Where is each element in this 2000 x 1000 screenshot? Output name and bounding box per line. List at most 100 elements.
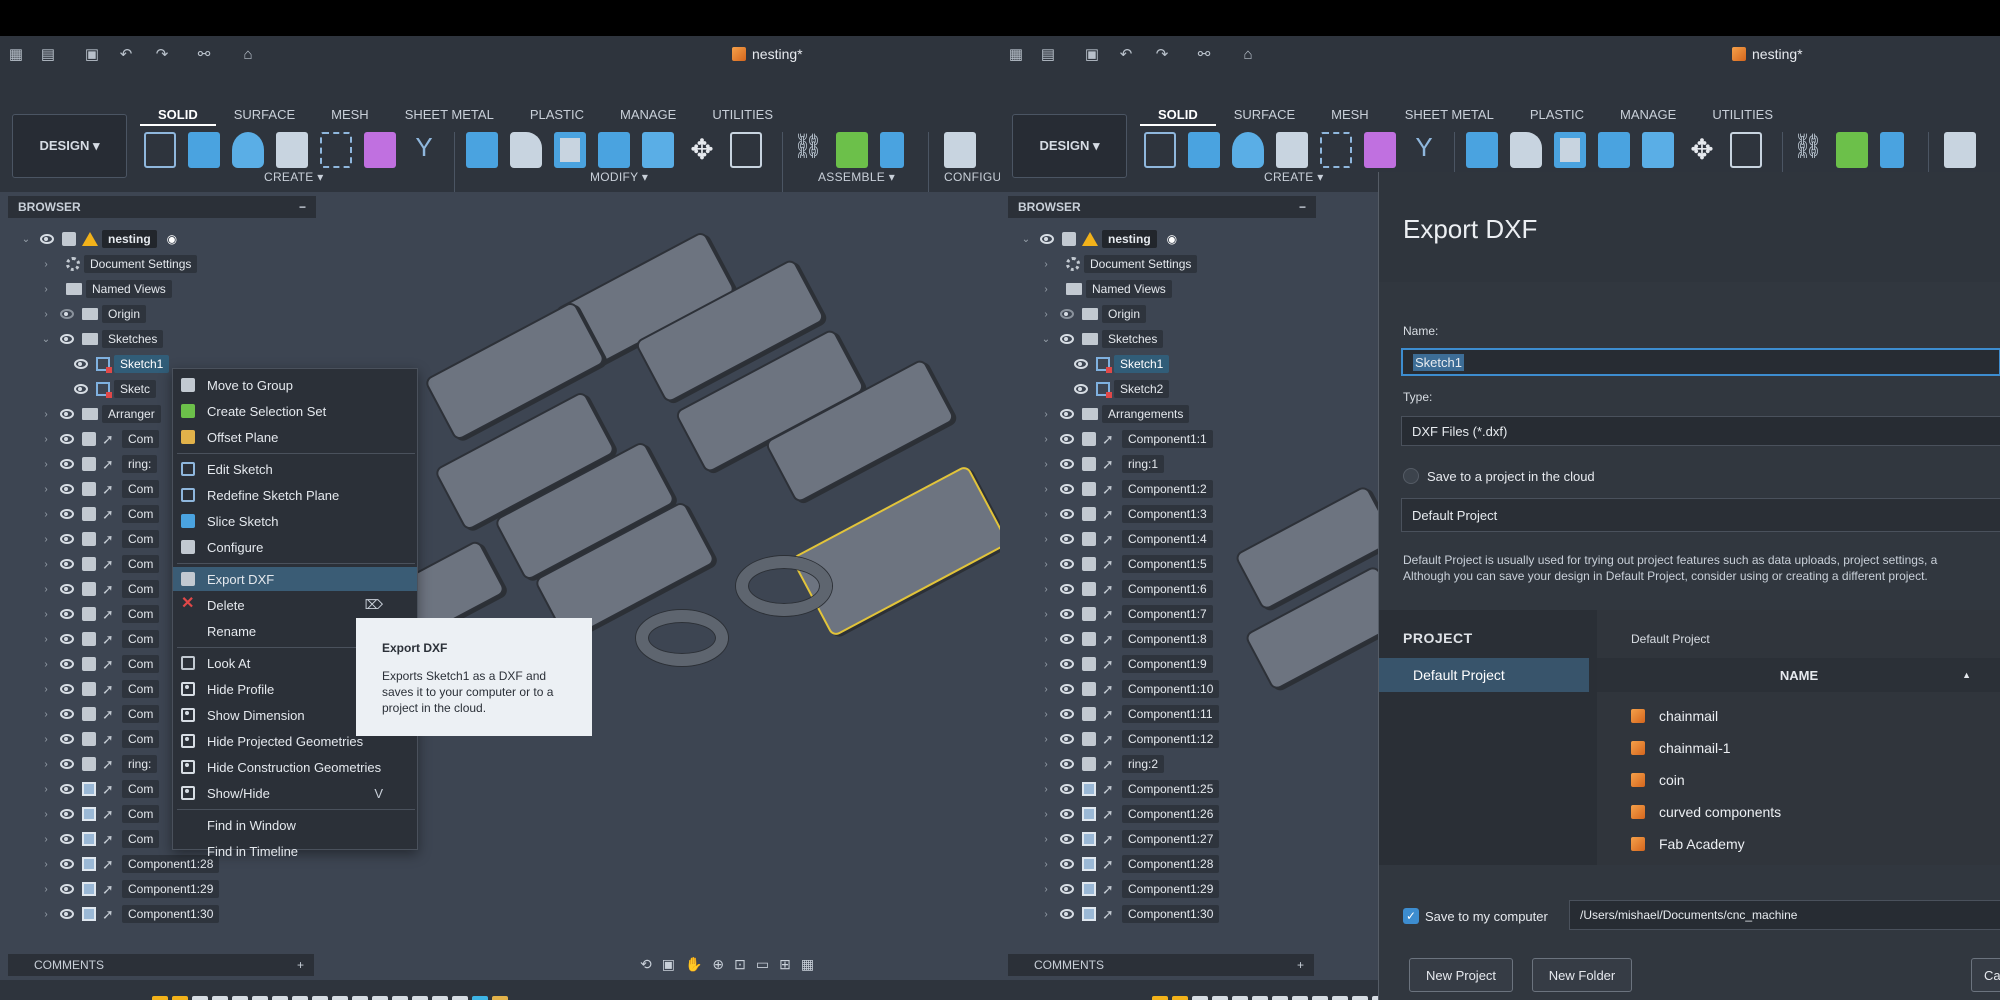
eye-hidden-icon[interactable] <box>60 309 74 319</box>
press-pull-icon[interactable] <box>466 132 498 168</box>
tree-row-arrangements[interactable]: › Arranger <box>40 403 161 425</box>
tree-row-component[interactable]: › ➚ Com <box>40 578 160 600</box>
menu-offset-plane[interactable]: Offset Plane <box>173 425 417 449</box>
tree-row-sketch2[interactable]: Sketc <box>66 378 157 400</box>
save-local-checkbox[interactable]: ✓ <box>1403 908 1419 924</box>
project-row[interactable]: coin <box>1631 770 1685 790</box>
chevron-right-icon[interactable]: › <box>40 634 52 645</box>
eye-hidden-icon[interactable] <box>1060 309 1074 319</box>
chevron-right-icon[interactable]: › <box>1040 634 1052 645</box>
timeline-step-icon[interactable] <box>1332 996 1348 1000</box>
timeline-step-icon[interactable] <box>232 996 248 1000</box>
timeline-step-icon[interactable] <box>1152 996 1168 1000</box>
eye-icon[interactable] <box>60 634 74 644</box>
menu-move-to-group[interactable]: Move to Group <box>173 373 417 397</box>
chevron-right-icon[interactable]: › <box>40 909 52 920</box>
home-icon[interactable]: ⌂ <box>238 44 258 64</box>
eye-icon[interactable] <box>1060 559 1074 569</box>
project-row[interactable]: chainmail <box>1631 706 1718 726</box>
timeline-step-icon[interactable] <box>212 996 228 1000</box>
hole-icon[interactable] <box>276 132 308 168</box>
eye-icon[interactable] <box>74 359 88 369</box>
tree-row-component[interactable]: › ➚ Component1:10 <box>1040 678 1220 700</box>
eye-icon[interactable] <box>60 809 74 819</box>
tab-mesh[interactable]: MESH <box>1313 104 1387 126</box>
tree-row-component[interactable]: › ➚ Com <box>40 828 160 850</box>
timeline-step-icon[interactable] <box>392 996 408 1000</box>
timeline-step-icon[interactable] <box>252 996 268 1000</box>
eye-icon[interactable] <box>60 509 74 519</box>
timeline-step-icon[interactable] <box>152 996 168 1000</box>
chevron-right-icon[interactable]: › <box>40 784 52 795</box>
eye-icon[interactable] <box>1060 334 1074 344</box>
timeline-step-icon[interactable] <box>432 996 448 1000</box>
tree-row-sketch2[interactable]: Sketch2 <box>1066 378 1170 400</box>
timeline-step-icon[interactable] <box>192 996 208 1000</box>
table-icon[interactable] <box>730 132 762 168</box>
chevron-right-icon[interactable]: › <box>1040 459 1052 470</box>
timeline-step-icon[interactable] <box>172 996 188 1000</box>
collapse-icon[interactable]: − <box>1299 200 1306 214</box>
link-icon[interactable]: ⚯ <box>194 44 214 64</box>
tab-surface[interactable]: SURFACE <box>216 104 313 126</box>
pan-icon[interactable]: ✋ <box>685 956 702 973</box>
new-component-icon[interactable] <box>364 132 396 168</box>
table-icon[interactable] <box>1730 132 1762 168</box>
tree-row-component[interactable]: › ➚ Component1:25 <box>1040 778 1220 800</box>
menu-find-in-window[interactable]: Find in Window <box>173 813 417 837</box>
eye-icon[interactable] <box>1060 534 1074 544</box>
collapse-icon[interactable]: − <box>299 200 306 214</box>
combine-icon[interactable] <box>1598 132 1630 168</box>
eye-icon[interactable] <box>1040 234 1054 244</box>
move-icon[interactable]: ✥ <box>686 132 718 168</box>
group-create[interactable]: CREATE ▾ <box>1264 170 1324 184</box>
apps-grid-icon[interactable]: ▦ <box>6 44 26 64</box>
chevron-right-icon[interactable]: › <box>40 759 52 770</box>
tree-row-component[interactable]: › ➚ Component1:28 <box>1040 853 1220 875</box>
tree-row-sketches[interactable]: ⌄ Sketches <box>40 328 164 350</box>
chevron-right-icon[interactable]: › <box>40 409 52 420</box>
eye-icon[interactable] <box>60 534 74 544</box>
eye-icon[interactable] <box>1060 434 1074 444</box>
tab-solid[interactable]: SOLID <box>1140 104 1216 126</box>
tree-row-origin[interactable]: › Origin <box>1040 303 1147 325</box>
menu-show-hide[interactable]: Show/Hide V <box>173 781 417 805</box>
create-sketch-icon[interactable] <box>144 132 176 168</box>
tree-row-component[interactable]: › ➚ ring: <box>40 453 158 475</box>
chevron-right-icon[interactable]: › <box>1040 834 1052 845</box>
tree-row-root[interactable]: ⌄ nesting ◉ <box>1020 228 1177 250</box>
chevron-right-icon[interactable]: › <box>1040 509 1052 520</box>
tree-row-document-settings[interactable]: › Document Settings <box>1040 253 1198 275</box>
design-workspace-button[interactable]: DESIGN ▾ <box>1012 114 1127 178</box>
project-select[interactable]: Default Project <box>1401 498 2000 532</box>
joint-origin-icon[interactable] <box>880 132 904 168</box>
eye-icon[interactable] <box>60 459 74 469</box>
chevron-right-icon[interactable]: › <box>40 434 52 445</box>
move-icon[interactable]: ✥ <box>1686 132 1718 168</box>
orbit-icon[interactable]: ⟲ <box>640 956 652 973</box>
tab-utilities[interactable]: UTILITIES <box>694 104 791 126</box>
as-built-joint-icon[interactable] <box>1836 132 1868 168</box>
apps-grid-icon[interactable]: ▦ <box>1006 44 1026 64</box>
configure-icon[interactable] <box>1944 132 1976 168</box>
new-component-icon[interactable] <box>1364 132 1396 168</box>
chevron-right-icon[interactable]: › <box>1040 409 1052 420</box>
tree-row-component[interactable]: › ➚ Component1:29 <box>40 878 220 900</box>
configure-icon[interactable] <box>944 132 976 168</box>
name-column-header[interactable]: NAME ▲ <box>1597 658 2000 692</box>
eye-icon[interactable] <box>60 684 74 694</box>
file-icon[interactable]: ▤ <box>38 44 58 64</box>
chevron-right-icon[interactable]: › <box>40 809 52 820</box>
project-item-default[interactable]: Default Project <box>1379 658 1589 692</box>
tree-row-component[interactable]: › ➚ Com <box>40 628 160 650</box>
timeline-step-icon[interactable] <box>492 996 508 1000</box>
joint-icon[interactable]: ⛓ <box>1792 132 1824 168</box>
eye-icon[interactable] <box>40 234 54 244</box>
eye-icon[interactable] <box>1060 584 1074 594</box>
eye-icon[interactable] <box>1060 809 1074 819</box>
tree-row-component[interactable]: › ➚ Com <box>40 528 160 550</box>
chevron-right-icon[interactable]: › <box>1040 809 1052 820</box>
timeline-step-icon[interactable] <box>1272 996 1288 1000</box>
eye-icon[interactable] <box>60 709 74 719</box>
name-field[interactable]: Sketch1 <box>1401 348 2000 376</box>
